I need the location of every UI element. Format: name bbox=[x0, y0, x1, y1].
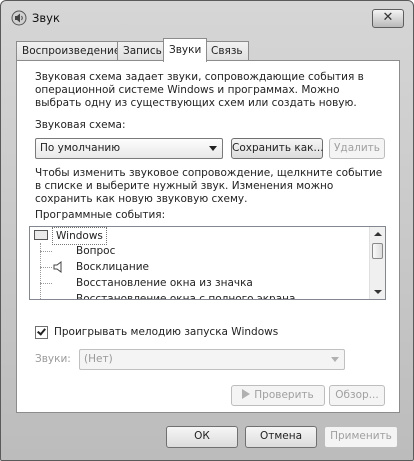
test-button[interactable]: Проверить bbox=[231, 385, 325, 406]
program-events-list[interactable]: Windows Вопрос Восклицание Восстановлени… bbox=[29, 226, 386, 300]
event-item[interactable]: Вопрос bbox=[76, 243, 115, 259]
scroll-down-icon[interactable] bbox=[374, 290, 382, 294]
event-item[interactable]: Восстановление окна с полного экрана bbox=[76, 291, 295, 299]
sounds-select[interactable]: (Нет) bbox=[79, 349, 345, 370]
sounds-field-label: Звуки: bbox=[35, 353, 71, 365]
windows-group-icon bbox=[34, 230, 48, 240]
scheme-label: Звуковая схема: bbox=[35, 119, 126, 131]
delete-button[interactable]: Удалить bbox=[329, 138, 385, 159]
event-item[interactable]: Восклицание bbox=[76, 259, 149, 275]
event-item[interactable]: Восстановление окна из значка bbox=[76, 275, 253, 291]
startup-sound-label: Проигрывать мелодию запуска Windows bbox=[54, 326, 279, 338]
browse-button[interactable]: Обзор... bbox=[329, 385, 385, 406]
scroll-up-icon[interactable] bbox=[374, 232, 382, 236]
cancel-button[interactable]: Отмена bbox=[245, 426, 317, 448]
ok-button[interactable]: ОК bbox=[166, 426, 238, 448]
scheme-select-value: По умолчанию bbox=[40, 142, 121, 154]
sounds-panel: Звуковая схема задает звуки, сопровождаю… bbox=[16, 60, 400, 413]
apply-button[interactable]: Применить bbox=[324, 426, 398, 448]
tab-playback[interactable]: Воспроизведение bbox=[16, 41, 127, 61]
startup-sound-checkbox[interactable] bbox=[35, 326, 48, 339]
save-as-button[interactable]: Сохранить как... bbox=[231, 138, 324, 159]
scroll-thumb[interactable] bbox=[372, 243, 383, 259]
window-title: Звук bbox=[32, 11, 60, 25]
tab-sounds[interactable]: Звуки bbox=[163, 38, 208, 62]
play-icon bbox=[242, 389, 251, 399]
close-button[interactable]: ✕ bbox=[372, 9, 404, 28]
scheme-description: Звуковая схема задает звуки, сопровождаю… bbox=[35, 71, 364, 109]
events-label: Программные события: bbox=[35, 209, 166, 221]
title-bar: Звук ✕ bbox=[1, 1, 413, 35]
change-instructions: Чтобы изменить звуковое сопровождение, щ… bbox=[35, 167, 383, 205]
chevron-down-icon bbox=[209, 146, 217, 151]
sound-dialog: Звук ✕ Воспроизведение Запись Звуки Связ… bbox=[0, 0, 414, 461]
chevron-down-icon bbox=[331, 357, 339, 362]
checkmark-icon bbox=[37, 326, 46, 336]
tab-communications[interactable]: Связь bbox=[205, 41, 249, 61]
tab-recording[interactable]: Запись bbox=[117, 41, 168, 61]
events-scrollbar[interactable] bbox=[369, 227, 385, 299]
speaker-icon bbox=[11, 10, 27, 26]
scheme-select[interactable]: По умолчанию bbox=[35, 138, 223, 159]
sounds-select-value: (Нет) bbox=[84, 353, 113, 365]
test-button-label: Проверить bbox=[254, 389, 314, 401]
speaker-icon bbox=[53, 261, 62, 273]
